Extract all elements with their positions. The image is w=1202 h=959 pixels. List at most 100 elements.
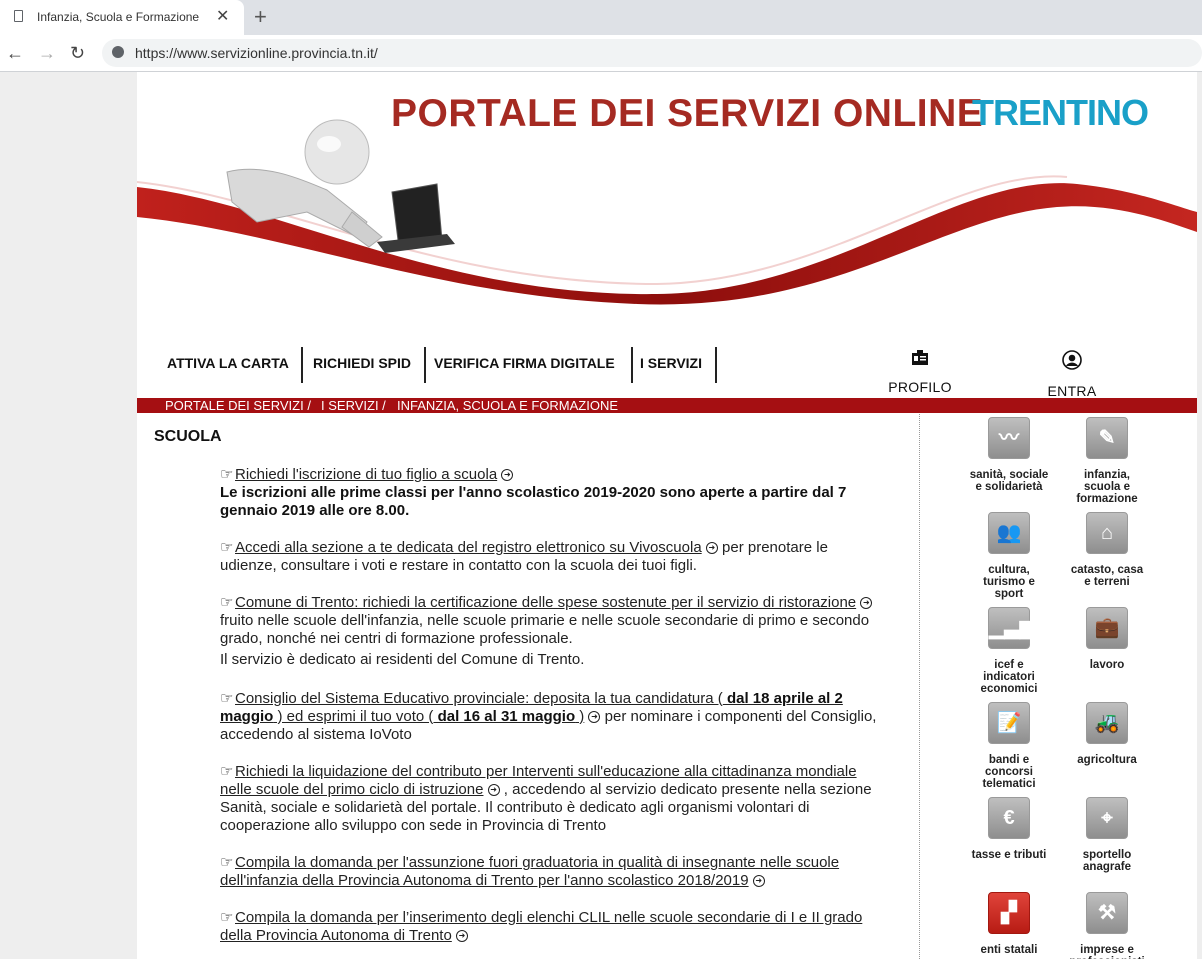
service-label: bandi e concorsi telematici — [982, 754, 1036, 790]
arrow-circle-icon: ➜ — [860, 597, 873, 610]
pointing-hand-icon: ☞ — [220, 763, 234, 780]
document-pen-icon: 📝 — [988, 702, 1030, 744]
service-bandi[interactable]: 📝 bandi e concorsi telematici — [969, 702, 1049, 790]
service-label: lavoro — [1089, 659, 1125, 671]
profile-card-icon — [912, 350, 928, 365]
service-label: agricoltura — [1077, 754, 1137, 766]
entry-link[interactable]: Compila la domanda per l’inserimento deg… — [220, 909, 862, 944]
page-icon — [14, 10, 23, 22]
menu-verifica-firma-digitale[interactable]: VERIFICA FIRMA DIGITALE — [426, 347, 633, 383]
menu-richiedi-spid[interactable]: RICHIEDI SPID — [305, 347, 426, 383]
address-bar[interactable]: https://www.servizionline.provincia.tn.i… — [102, 39, 1202, 67]
back-arrow-icon[interactable]: ← — [6, 41, 24, 65]
portal-title: PORTALE DEI SERVIZI ONLINE — [391, 92, 984, 135]
service-label: tasse e tributi — [971, 849, 1047, 861]
breadcrumb-portale[interactable]: PORTALE DEI SERVIZI / — [165, 398, 311, 413]
url-text: https://www.servizionline.provincia.tn.i… — [135, 45, 378, 61]
service-icef[interactable]: ▁▃▆ icef e indicatori economici — [969, 607, 1049, 695]
browser-toolbar: ← → ↻ https://www.servizionline.provinci… — [0, 35, 1202, 72]
service-imprese[interactable]: ⚒ imprese e professionisti — [1067, 892, 1147, 959]
map-pin-icon: ⌖ — [1086, 797, 1128, 839]
breadcrumb-servizi[interactable]: I SERVIZI / — [321, 398, 386, 413]
bar-chart-icon: ▁▃▆ — [988, 607, 1035, 649]
arrow-circle-icon: ➜ — [455, 930, 468, 943]
list-item: ☞ Richiedi la liquidazione del contributo… — [220, 763, 885, 835]
breadcrumb-current: INFANZIA, SCUOLA E FORMAZIONE — [397, 398, 619, 413]
globe-icon — [112, 46, 124, 58]
entry-note: Le iscrizioni alle prime classi per l'an… — [220, 484, 847, 519]
page-margin-right — [1197, 72, 1202, 959]
pointing-hand-icon: ☞ — [220, 909, 234, 926]
browser-tab[interactable]: Infanzia, Scuola e Formazione ✕ — [0, 0, 244, 35]
sidebar-divider — [919, 414, 920, 959]
arrow-circle-icon: ➜ — [705, 542, 718, 555]
briefcase-icon: 💼 — [1086, 607, 1128, 649]
entry-link[interactable]: Richiedi l'iscrizione di tuo figlio a sc… — [235, 466, 497, 483]
tab-title: Infanzia, Scuola e Formazione — [37, 10, 200, 24]
new-tab-button[interactable]: + — [254, 4, 267, 30]
service-label: icef e indicatori economici — [980, 659, 1038, 695]
service-label: catasto, casa e terreni — [1070, 564, 1144, 588]
house-icon: ⌂ — [1086, 512, 1128, 554]
entry-link[interactable]: Compila la domanda per l'assunzione fuor… — [220, 854, 839, 889]
menu-attiva-la-carta[interactable]: ATTIVA LA CARTA — [159, 347, 303, 383]
service-agricoltura[interactable]: 🚜 agricoltura — [1067, 702, 1147, 766]
euro-icon: € — [988, 797, 1030, 839]
entry-link[interactable]: Comune di Trento: richiedi la certificaz… — [235, 594, 856, 611]
people-icon: 👥 — [988, 512, 1030, 554]
service-enti-statali[interactable]: ▞ enti statali — [969, 892, 1049, 956]
reload-icon[interactable]: ↻ — [70, 41, 85, 65]
arrow-circle-icon: ➜ — [501, 469, 514, 482]
entry-text: fruito nelle scuole dell'infanzia, nelle… — [220, 612, 870, 647]
service-sanita[interactable]: 〰 sanità, sociale e solidarietà — [969, 417, 1049, 493]
service-label: infanzia, scuola e formazione — [1076, 469, 1138, 505]
forward-arrow-icon[interactable]: → — [38, 41, 56, 65]
service-anagrafe[interactable]: ⌖ sportello anagrafe — [1067, 797, 1147, 873]
list-item: ☞ Richiedi l'iscrizione di tuo figlio a s… — [220, 466, 885, 520]
page-content: PORTALE DEI SERVIZI ONLINE TRENTINO ATTI… — [137, 72, 1197, 959]
trentino-logo-text: TRENTINO — [972, 92, 1149, 133]
menu-i-servizi[interactable]: I SERVIZI — [632, 347, 717, 383]
pointing-hand-icon: ☞ — [220, 690, 234, 707]
tools-icon: ⚒ — [1086, 892, 1128, 934]
page-margin-left — [0, 72, 137, 959]
tractor-icon: 🚜 — [1086, 702, 1128, 744]
service-label: sportello anagrafe — [1082, 849, 1132, 873]
service-infanzia[interactable]: ✎ infanzia, scuola e formazione — [1067, 417, 1147, 505]
list-item: ☞ Accedi alla sezione a te dedicata del r… — [220, 539, 885, 575]
service-lavoro[interactable]: 💼 lavoro — [1067, 607, 1147, 671]
service-cultura[interactable]: 👥 cultura, turismo e sport — [969, 512, 1049, 600]
profile-button[interactable]: PROFILO — [887, 350, 953, 395]
arrow-circle-icon: ➜ — [752, 875, 765, 888]
login-button[interactable]: ENTRA — [1042, 350, 1102, 399]
arrow-circle-icon: ➜ — [588, 711, 601, 724]
profile-label: PROFILO — [888, 379, 952, 395]
entry-note: Il servizio è dedicato ai residenti del … — [220, 651, 585, 668]
heartbeat-icon: 〰 — [988, 417, 1030, 459]
italy-map-icon: ▞ — [988, 892, 1030, 934]
arrow-circle-icon: ➜ — [487, 784, 500, 797]
service-catasto[interactable]: ⌂ catasto, casa e terreni — [1067, 512, 1147, 588]
entry-link[interactable]: Accedi alla sezione a te dedicata del re… — [235, 539, 702, 556]
breadcrumb: PORTALE DEI SERVIZI / I SERVIZI / INFANZ… — [137, 398, 1197, 413]
service-tasse[interactable]: € tasse e tributi — [969, 797, 1049, 861]
login-label: ENTRA — [1047, 383, 1097, 399]
header-banner: PORTALE DEI SERVIZI ONLINE TRENTINO — [137, 72, 1197, 342]
pointing-hand-icon: ☞ — [220, 539, 234, 556]
service-label: enti statali — [980, 944, 1038, 956]
list-item: ☞ Comune di Trento: richiedi la certifica… — [220, 594, 885, 669]
browser-tab-strip: Infanzia, Scuola e Formazione ✕ + — [0, 0, 1202, 35]
pointing-hand-icon: ☞ — [220, 466, 234, 483]
service-label: imprese e professionisti — [1069, 944, 1144, 959]
list-item: ☞ Compila la domanda per l’inserimento de… — [220, 909, 885, 945]
service-label: cultura, turismo e sport — [983, 564, 1035, 600]
close-tab-icon[interactable]: ✕ — [216, 6, 229, 28]
service-label: sanità, sociale e solidarietà — [969, 469, 1049, 493]
list-item: ☞ Consiglio del Sistema Educativo provinc… — [220, 690, 885, 744]
section-title: SCUOLA — [154, 428, 222, 445]
trentino-logo[interactable]: TRENTINO — [972, 92, 1149, 134]
user-circle-icon — [1062, 350, 1082, 370]
pointing-hand-icon: ☞ — [220, 594, 234, 611]
pencil-ruler-icon: ✎ — [1086, 417, 1128, 459]
list-item: ☞ Compila la domanda per l'assunzione fuo… — [220, 854, 885, 890]
